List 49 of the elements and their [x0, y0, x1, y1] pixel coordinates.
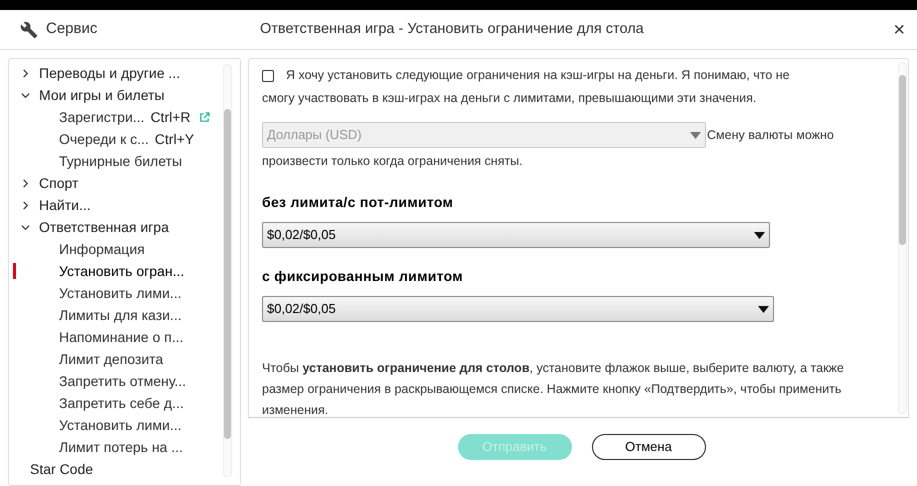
dropdown-arrow-icon: [754, 232, 765, 238]
currency-note: Смену валюты можно: [707, 127, 834, 144]
shortcut-label: Ctrl+R: [150, 108, 190, 126]
close-button[interactable]: ×: [893, 20, 905, 40]
chevron-right-icon: [21, 178, 30, 188]
section-heading: без лимита/с пот-лимитом: [262, 193, 454, 212]
scrollbar[interactable]: [898, 62, 907, 414]
window-title: Ответственная игра - Установить ограничение для стола: [260, 20, 644, 39]
currency-note: произвести только когда ограничения сняты.: [262, 153, 524, 170]
tree-item[interactable]: Запретить себе д...: [59, 392, 184, 414]
tree-item[interactable]: Лимит депозита: [59, 348, 164, 370]
help-text: Чтобы установить ограничение для столов, установите флажок выше, выберите валюту, а также размер ограничения в раскрывающемся списке. Нажмите кнопку «Подтвердить», чтобы применить изменения.: [262, 360, 845, 419]
tree-item[interactable]: Установить лими...: [59, 282, 182, 304]
cancel-button[interactable]: Отмена: [592, 434, 706, 460]
tree-item[interactable]: Зарегистри...: [59, 106, 144, 128]
tree-item[interactable]: Лимит потерь на ...: [59, 436, 183, 458]
chevron-right-icon: [21, 200, 30, 210]
tree-item[interactable]: Найти...: [39, 194, 91, 216]
agreement-text: Я хочу установить следующие ограничения на кэш-игры на деньги. Я понимаю, что не: [286, 67, 790, 84]
chevron-down-icon: [21, 222, 30, 232]
tree-item[interactable]: Лимиты для кази...: [59, 304, 182, 326]
scrollbar-thumb[interactable]: [899, 75, 906, 245]
tree-item[interactable]: Ответственная игра: [39, 216, 169, 238]
chevron-right-icon: [21, 68, 30, 78]
tree-item[interactable]: Переводы и другие ...: [39, 62, 180, 84]
dropdown-arrow-icon: [758, 306, 769, 312]
tree-item[interactable]: Мои игры и билеты: [39, 84, 164, 106]
dropdown-arrow-icon: [690, 132, 701, 138]
wrench-icon: [20, 20, 38, 38]
tree-item[interactable]: Star Code: [30, 458, 94, 480]
tree-item[interactable]: Напоминание о п...: [59, 326, 184, 348]
tree-item[interactable]: Запретить отмену...: [59, 370, 186, 392]
menu-title: Сервис: [46, 19, 98, 40]
tree-item[interactable]: Очереди к с...: [59, 128, 149, 150]
tree-item[interactable]: Турнирные билеты: [59, 150, 182, 172]
tree-item[interactable]: Информация: [59, 238, 145, 260]
external-link-icon[interactable]: [198, 112, 210, 122]
dropdown[interactable]: $0,02/$0,05: [262, 296, 774, 322]
agreement-text: смогу участвовать в кэш-играх на деньги с лимитами, превышающими эти значения.: [262, 90, 758, 107]
shortcut-label: Ctrl+Y: [154, 130, 194, 148]
checkbox[interactable]: [262, 70, 274, 82]
tree-item[interactable]: Установить огран...: [59, 260, 184, 282]
dropdown[interactable]: $0,02/$0,05: [262, 222, 770, 248]
scrollbar[interactable]: [223, 64, 232, 477]
section-heading: с фиксированным лимитом: [262, 267, 464, 286]
scrollbar-thumb[interactable]: [224, 109, 231, 439]
tree-item[interactable]: Установить лими...: [59, 414, 182, 436]
chevron-down-icon: [21, 90, 30, 100]
tree-item[interactable]: Спорт: [39, 172, 78, 194]
